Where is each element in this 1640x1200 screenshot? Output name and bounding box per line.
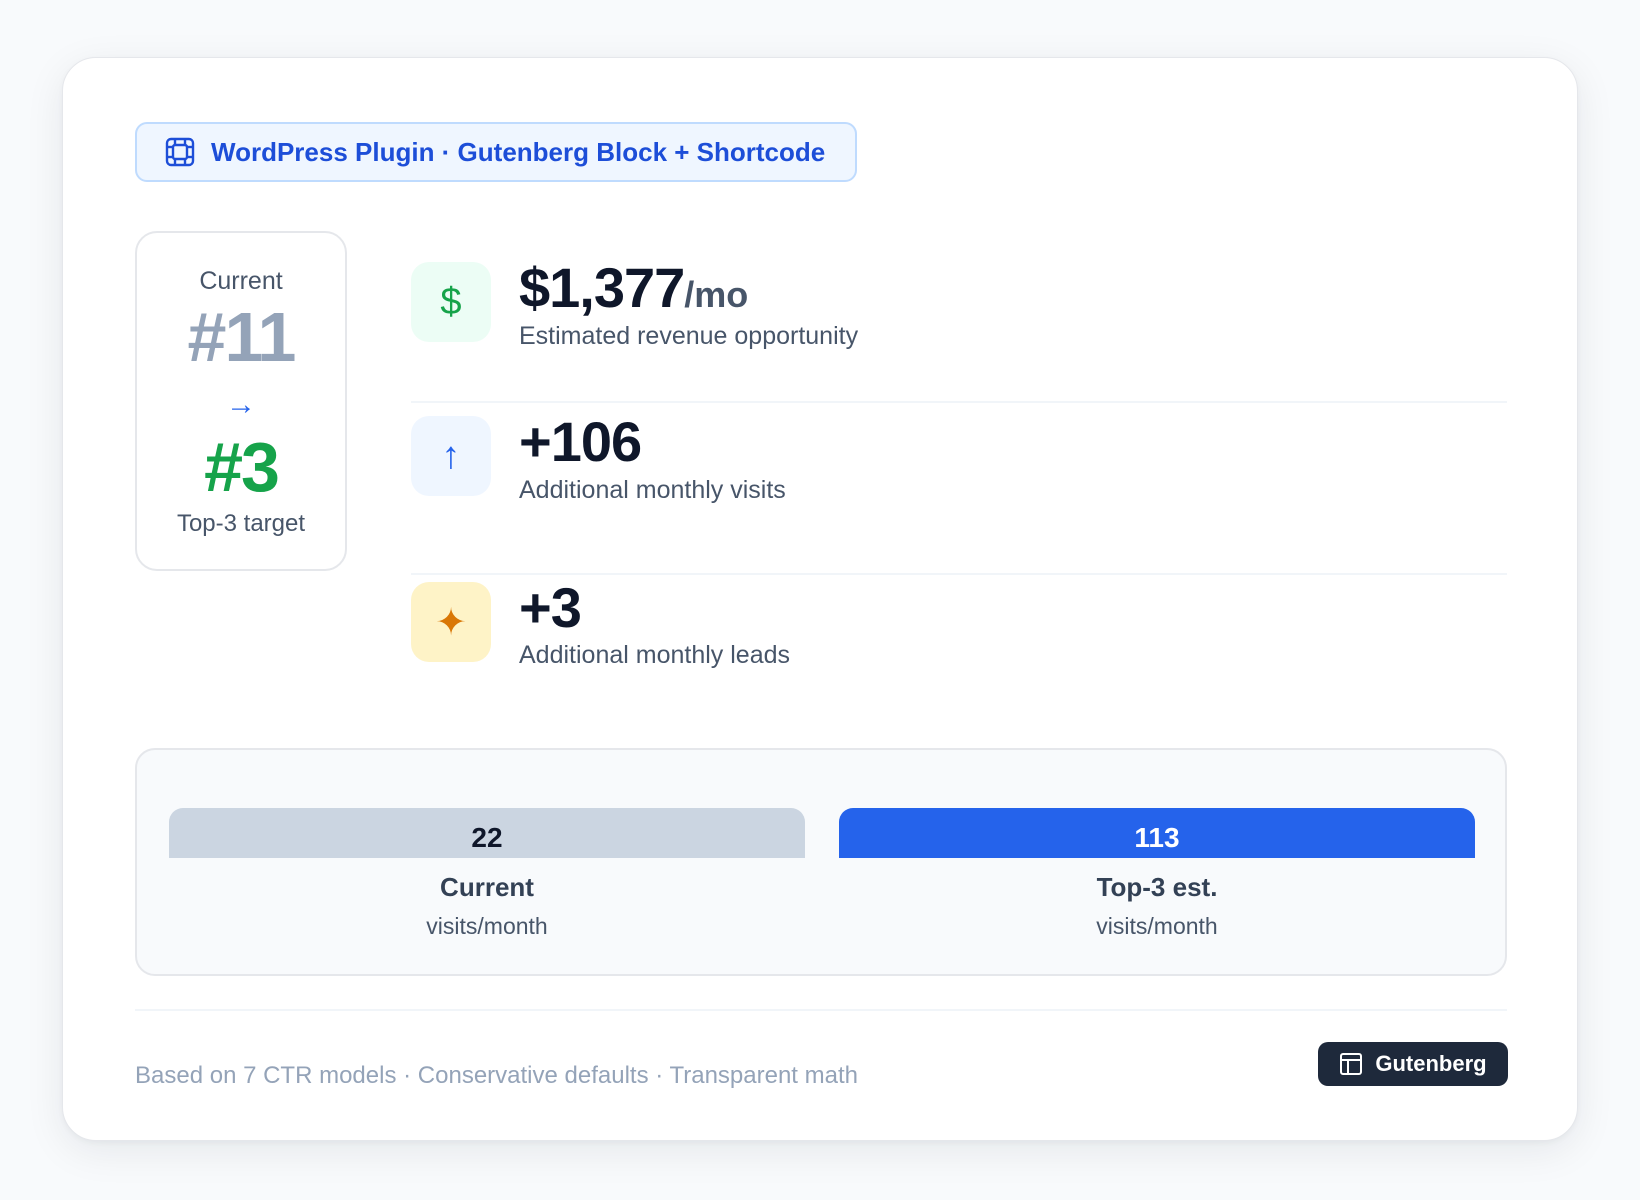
film-block-icon (165, 137, 195, 167)
metric-label: Estimated revenue opportunity (519, 322, 859, 350)
bar-top3: 113 Top-3 est. visits/month (839, 750, 1475, 974)
metric-number: +3 (519, 576, 582, 639)
metric-visits: ↑ +106 Additional monthly visits (411, 403, 1507, 575)
visits-comparison-panel: 22 Current visits/month 113 Top-3 est. v… (135, 748, 1507, 976)
bar-track: 22 (169, 808, 805, 858)
plugin-badge: WordPress Plugin · Gutenberg Block + Sho… (135, 122, 857, 182)
target-rank-label: Top-3 target (176, 510, 306, 537)
metric-value: +106 (519, 409, 642, 474)
metric-value: +3 (519, 575, 582, 640)
current-rank: #11 (187, 298, 297, 376)
metric-label: Additional monthly visits (519, 476, 786, 504)
bar-top3-fill: 113 (839, 808, 1475, 858)
gutenberg-pill-label: Gutenberg (1375, 1051, 1487, 1076)
footer-divider (135, 1009, 1507, 1011)
rank-box: Current #11 → #3 Top-3 target (135, 231, 347, 571)
bar-current-fill: 22 (169, 808, 805, 858)
metric-label: Additional monthly leads (519, 641, 790, 669)
metric-leads: ✦ +3 Additional monthly leads (411, 575, 1507, 747)
gutenberg-pill[interactable]: Gutenberg (1318, 1042, 1508, 1086)
bar-track: 113 (839, 808, 1475, 858)
bar-unit: visits/month (1096, 913, 1218, 939)
metric-unit: /mo (684, 274, 749, 315)
opportunity-card: WordPress Plugin · Gutenberg Block + Sho… (62, 57, 1578, 1141)
layout-icon (1340, 1053, 1363, 1075)
sparkle-icon: ✦ (411, 582, 491, 662)
metric-revenue: $ $1,377/mo Estimated revenue opportunit… (411, 231, 1507, 403)
metric-value: $1,377/mo (519, 255, 748, 320)
dollar-icon: $ (411, 262, 491, 342)
current-rank-label: Current (199, 267, 283, 295)
metric-number: $1,377 (519, 256, 685, 319)
metric-number: +106 (519, 410, 642, 473)
bar-current: 22 Current visits/month (169, 750, 805, 974)
footer-note: Based on 7 CTR models · Conservative def… (135, 1062, 858, 1089)
arrow-up-icon: ↑ (411, 416, 491, 496)
plugin-badge-label: WordPress Plugin · Gutenberg Block + Sho… (211, 136, 826, 167)
bar-name: Current (440, 872, 534, 902)
bar-name: Top-3 est. (1096, 872, 1218, 902)
bar-unit: visits/month (426, 913, 548, 939)
target-rank: #3 (204, 428, 280, 506)
arrow-right-icon: → (226, 388, 256, 421)
